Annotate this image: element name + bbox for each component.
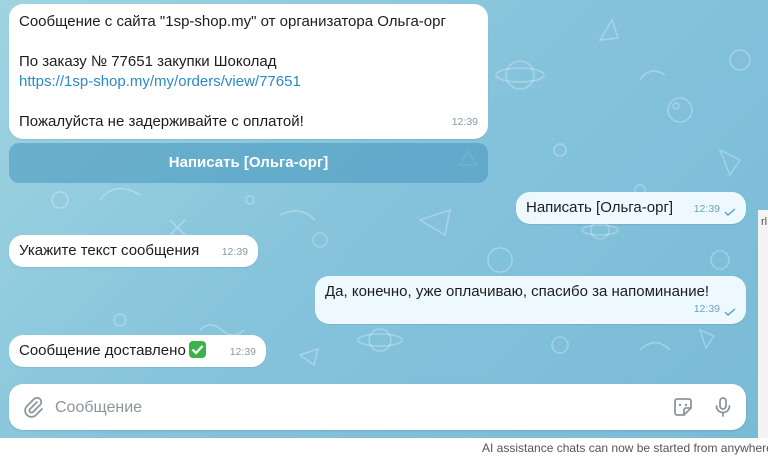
microphone-icon[interactable] [711,395,735,419]
sticker-icon[interactable] [671,395,695,419]
notification-text: AI assistance chats can now be started f… [482,441,768,455]
message-incoming: Укажите текст сообщения 12:39 [9,235,258,267]
message-text: Написать [Ольга-орг] [526,199,674,216]
message-text-line: По заказу № 77651 закупки Шоколад [19,53,277,70]
message-text: Да, конечно, уже оплачиваю, спасибо за н… [325,283,710,300]
message-outgoing: Написать [Ольга-орг] 12:39 [516,192,746,224]
message-time: 12:39 [229,346,256,358]
message-text: Сообщение доставлено [19,342,186,359]
write-organizer-button[interactable]: Написать [Ольга-орг] [9,143,488,183]
check-icon [724,208,736,216]
message-incoming: Сообщение доставлено 12:39 [9,335,266,367]
check-icon [724,308,736,316]
order-link[interactable]: https://1sp-shop.my/my/orders/view/77651 [19,72,478,92]
message-spacer [19,32,478,52]
message-composer [9,384,746,430]
message-spacer [19,92,478,112]
message-outgoing: Да, конечно, уже оплачиваю, спасибо за н… [315,276,746,324]
side-panel-text: rl [761,216,768,228]
message-time: 12:39 [693,303,720,315]
message-text: Укажите текст сообщения [19,242,200,259]
message-text-line: Пожалуйста не задерживайте с оплатой! [19,113,304,130]
message-time: 12:39 [221,246,248,258]
message-input[interactable] [53,396,657,420]
white-check-mark-emoji [188,341,206,358]
message-text-line: Сообщение с сайта "1sp-shop.my" от орган… [19,13,446,30]
side-panel-edge [758,210,768,440]
message-time: 12:39 [451,116,478,128]
message-time: 12:39 [693,203,720,215]
paperclip-icon[interactable] [21,395,45,419]
message-organizer-notice: Сообщение с сайта "1sp-shop.my" от орган… [9,4,488,139]
